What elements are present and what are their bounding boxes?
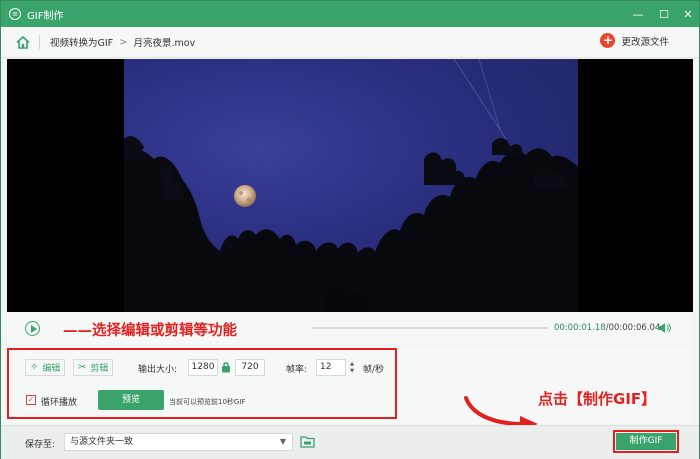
bottom-bar: 保存至: 与源文件夹一致 ▼ 制作GIF [1, 425, 699, 459]
scissors-icon: ✂ [78, 362, 87, 373]
play-button[interactable] [25, 321, 40, 336]
time-display: 00:00:01.18/00:00:06.04 [554, 323, 660, 333]
volume-icon[interactable] [657, 322, 671, 334]
preview-hint: 当前可以预览前10秒GIF [169, 398, 246, 406]
make-gif-highlight-box: 制作GIF [613, 430, 679, 453]
annotation-select-function: ——选择编辑或剪辑等功能 [63, 323, 237, 339]
edit-button[interactable]: ✧ 编辑 [25, 359, 66, 376]
framerate-stepper[interactable]: ▲ ▼ [347, 359, 357, 376]
output-size-label: 输出大小: [138, 365, 178, 375]
plus-icon: + [600, 33, 616, 48]
width-input[interactable]: 1280 [188, 359, 218, 376]
current-time: 00:00:01.18 [554, 323, 606, 333]
change-source-button[interactable]: + 更改源文件 [600, 33, 669, 48]
minimize-icon[interactable]: — [627, 1, 649, 27]
breadcrumb-current: 月亮夜景.mov [133, 38, 196, 49]
save-location-value: 与源文件夹一致 [70, 437, 134, 447]
loop-checkbox[interactable]: ✓ [26, 395, 36, 405]
edit-label: 编辑 [42, 364, 61, 374]
make-gif-button[interactable]: 制作GIF [616, 433, 676, 450]
height-input[interactable]: 720 [235, 359, 265, 376]
home-icon[interactable] [15, 34, 31, 50]
annotation-click-make-gif: 点击【制作GIF】 [538, 390, 657, 408]
gif-settings-panel: ✧ 编辑 ✂ 剪辑 输出大小: 1280 720 帧率: 12 ▲ ▼ 帧/秒 … [7, 346, 693, 430]
preview-button[interactable]: 预览 [98, 390, 164, 410]
close-icon[interactable]: ✕ [677, 1, 699, 27]
framerate-unit: 帧/秒 [363, 365, 385, 375]
seek-bar[interactable] [312, 327, 548, 329]
open-folder-button[interactable] [299, 434, 316, 449]
framerate-label: 帧率: [286, 365, 308, 375]
total-time: 00:00:06.04 [608, 323, 661, 333]
breadcrumb: 视频转换为GIF > 月亮夜景.mov + 更改源文件 [1, 27, 699, 58]
chevron-up-icon[interactable]: ▲ [350, 361, 354, 368]
title-bar: ≡ GIF制作 — ☐ ✕ [1, 1, 699, 27]
window-title: GIF制作 [27, 10, 64, 22]
folder-icon [300, 436, 315, 448]
framerate-input[interactable]: 12 [316, 359, 346, 376]
lock-icon[interactable] [221, 361, 231, 373]
video-player[interactable] [7, 59, 693, 312]
loop-label: 循环播放 [41, 398, 78, 408]
breadcrumb-parent[interactable]: 视频转换为GIF [50, 35, 113, 49]
night-scene-image [124, 59, 578, 312]
magic-wand-icon: ✧ [30, 362, 39, 373]
breadcrumb-divider [39, 35, 40, 49]
gif-logo-icon: ≡ [9, 8, 21, 20]
trim-label: 剪辑 [90, 364, 109, 374]
video-frame [124, 59, 578, 312]
save-location-select[interactable]: 与源文件夹一致 ▼ [64, 433, 293, 451]
gif-maker-window: ≡ GIF制作 — ☐ ✕ 视频转换为GIF > 月亮夜景.mov + 更改源文… [0, 0, 700, 459]
maximize-icon[interactable]: ☐ [653, 1, 675, 27]
dropdown-caret-icon: ▼ [279, 437, 286, 446]
chevron-down-icon[interactable]: ▼ [350, 368, 354, 375]
checkmark-icon: ✓ [27, 395, 35, 404]
play-icon [30, 324, 37, 333]
playback-controls: ——选择编辑或剪辑等功能 00:00:01.18/00:00:06.04 [7, 313, 693, 344]
save-to-label: 保存至: [25, 440, 56, 450]
trim-button[interactable]: ✂ 剪辑 [73, 359, 114, 376]
chevron-right-icon: > [119, 36, 128, 48]
moon [234, 185, 256, 207]
change-source-label: 更改源文件 [621, 36, 669, 48]
